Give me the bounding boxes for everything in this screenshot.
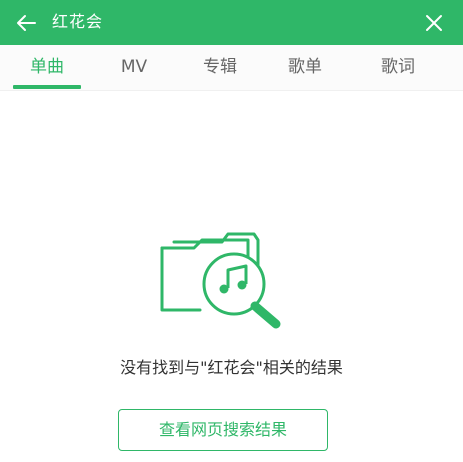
top-bar: 红花会: [0, 0, 463, 45]
close-icon[interactable]: [423, 12, 445, 34]
search-query-title[interactable]: 红花会: [52, 10, 103, 34]
tab-lyrics[interactable]: 歌词: [364, 45, 432, 90]
tab-songs[interactable]: 单曲: [13, 45, 81, 90]
view-web-results-button[interactable]: 查看网页搜索结果: [118, 409, 328, 451]
no-results-message: 没有找到与"红花会"相关的结果: [120, 358, 343, 377]
folder-music-search-icon: [160, 232, 281, 329]
active-tab-indicator: [13, 85, 81, 89]
back-arrow-icon[interactable]: [14, 11, 38, 35]
tab-playlists[interactable]: 歌单: [271, 45, 339, 90]
tab-albums[interactable]: 专辑: [186, 45, 254, 90]
tab-mv[interactable]: MV: [100, 45, 168, 90]
